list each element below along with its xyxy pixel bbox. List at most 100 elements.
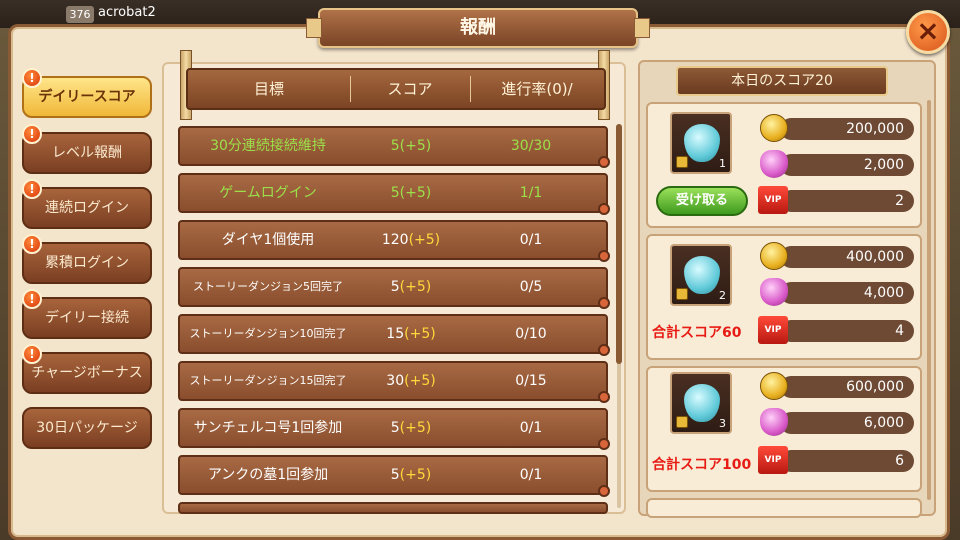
header-progress: 進行率(0)/ [501,80,573,98]
mission-score: 5(+5) [356,410,466,446]
mission-progress: 30/30 [510,138,552,154]
today-score-header: 本日のスコア20 [676,66,888,96]
row-corner-ornament [598,438,610,450]
close-button[interactable]: × [906,10,950,54]
slime-icon [684,384,720,422]
slime-item-icon: 3 [670,372,732,434]
tab-cumulative-login[interactable]: 累積ログイン [22,242,152,284]
gold-coin-icon [760,242,788,270]
alert-badge-icon: ! [22,68,42,88]
mission-goal: ダイヤ1個使用 [221,232,315,248]
mission-progress: 0/15 [515,373,547,389]
gold-coin-icon [760,372,788,400]
tab-30day-package[interactable]: 30日パッケージ [22,407,152,449]
alert-badge-icon: ! [22,344,42,364]
score-bonus: (+5) [404,326,436,342]
mission-score: 120(+5) [356,222,466,258]
row-corner-ornament [598,156,610,168]
score-base: 120 [381,232,409,248]
reward-scrollbar[interactable] [927,100,931,500]
tab-consecutive-login[interactable]: 連続ログイン [22,187,152,229]
lock-icon [676,416,688,428]
score-bonus: (+5) [399,420,432,436]
tab-charge-bonus[interactable]: チャージボーナス [22,352,152,394]
mission-row: ストーリーダンジョン5回完了 5(+5) 0/5 [178,267,610,309]
gem-amount: 4,000 [780,282,914,304]
tab-level-reward[interactable]: レベル報酬 [22,132,152,174]
player-level-badge: 376 [66,6,94,23]
mission-goal: サンチェルコ号1回参加 [193,420,343,436]
score-base: 5 [390,420,400,436]
required-score: 合計スコア100 [652,457,752,473]
gem-icon [760,278,788,306]
alert-badge-icon: ! [22,234,42,254]
score-bonus: (+5) [404,373,436,389]
mission-score: 5(+5) [356,269,466,305]
lock-icon [676,156,688,168]
item-tier: 1 [719,157,726,170]
row-corner-ornament [598,344,610,356]
mission-row: アンクの墓1回参加 5(+5) 0/1 [178,455,610,497]
mission-scrollbar-thumb[interactable] [616,124,622,364]
row-corner-ornament [598,250,610,262]
gold-amount: 200,000 [780,118,914,140]
gold-amount: 400,000 [780,246,914,268]
vip-amount: 2 [780,190,914,212]
score-base: 5 [390,467,400,483]
mission-goal: ストーリーダンジョン5回完了 [193,280,343,293]
mission-table-header: 目標 スコア 進行率(0)/ [186,68,606,110]
item-tier: 2 [719,289,726,302]
reward-card [646,498,922,518]
row-corner-ornament [598,297,610,309]
gem-icon [760,150,788,178]
vip-icon: VIP [758,186,788,214]
score-base: 5 [390,185,400,201]
slime-icon [684,124,720,162]
score-bonus: (+5) [399,467,432,483]
tab-daily-score[interactable]: デイリースコア [22,76,152,118]
alert-badge-icon: ! [22,289,42,309]
mission-row: ゲームログイン 5(+5) 1/1 [178,173,610,215]
header-goal: 目標 [253,80,284,98]
score-bonus: (+5) [399,185,432,201]
gem-amount: 6,000 [780,412,914,434]
mission-row [178,502,608,514]
mission-score: 5(+5) [356,175,466,211]
score-base: 15 [386,326,405,342]
vip-icon: VIP [758,446,788,474]
slime-icon [684,256,720,294]
tab-daily-connect[interactable]: デイリー接続 [22,297,152,339]
banner-ornament-right [634,18,650,38]
mission-goal: ゲームログイン [219,185,317,201]
required-score: 合計スコア60 [652,325,742,341]
vip-amount: 6 [780,450,914,472]
header-score: スコア [387,80,433,98]
gold-amount: 600,000 [780,376,914,398]
reward-card: 3 600,000 6,000 合計スコア100 6 VIP [646,366,922,492]
mission-score: 30(+5) [356,363,466,399]
banner-ornament-left [306,18,322,38]
row-corner-ornament [598,203,610,215]
mission-goal: アンクの墓1回参加 [207,467,329,483]
mission-progress: 1/1 [519,185,543,201]
claim-button[interactable]: 受け取る [656,186,748,216]
window-title: 報酬 [460,17,496,38]
player-name: acrobat2 [98,5,156,20]
row-corner-ornament [598,485,610,497]
mission-row: サンチェルコ号1回参加 5(+5) 0/1 [178,408,610,450]
item-tier: 3 [719,417,726,430]
score-base: 5 [390,138,400,154]
mission-row: ストーリーダンジョン10回完了 15(+5) 0/10 [178,314,610,356]
score-base: 5 [390,279,400,295]
slime-item-icon: 1 [670,112,732,174]
score-base: 30 [386,373,405,389]
mission-progress: 0/1 [519,232,543,248]
score-bonus: (+5) [399,279,432,295]
window-title-banner: 報酬 [306,8,650,48]
mission-progress: 0/1 [519,420,543,436]
vip-icon: VIP [758,316,788,344]
mission-row: ストーリーダンジョン15回完了 30(+5) 0/15 [178,361,610,403]
mission-goal: 30分連続接続維持 [210,138,326,154]
gem-amount: 2,000 [780,154,914,176]
score-bonus: (+5) [399,138,432,154]
